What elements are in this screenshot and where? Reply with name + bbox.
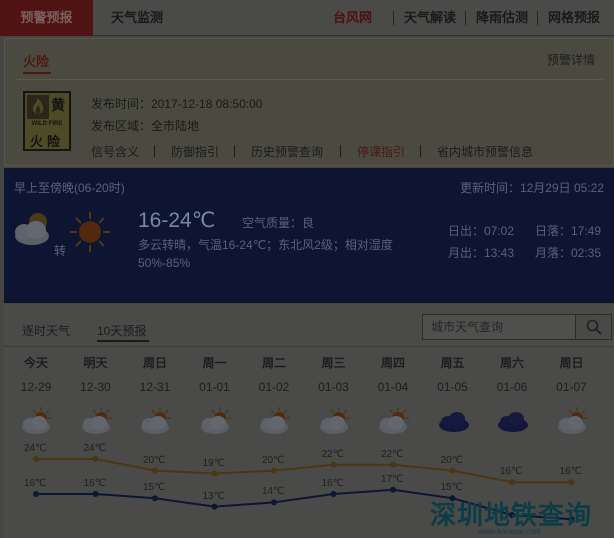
low-temp-label: 15℃ [440,482,463,494]
low-temp-label: 16℃ [83,478,106,489]
nav-divider [393,11,394,25]
tab-grid-forecast[interactable]: 网格预报 [548,0,600,36]
low-temp-label: 14℃ [262,486,285,498]
temperature-range: 16-24℃ [138,209,216,232]
high-temp-point [211,470,218,477]
top-nav: 预警预报 天气监测 台风网 天气解读 降雨估测 网格预报 [0,0,614,36]
warning-tab-underline [23,72,51,74]
high-temp-label: 22℃ [321,448,344,460]
sunrise-time: 日出：07:02 [448,224,515,238]
link-signal-meaning[interactable]: 信号含义 [91,143,139,160]
low-temp-point [271,499,277,506]
link-class-suspension[interactable]: 停课指引 [357,143,405,160]
low-temp-point [211,503,218,510]
tab-rainfall-estimate[interactable]: 降雨估测 [476,0,528,36]
link-divider [340,145,341,157]
fire-icon [27,95,49,119]
high-temp-label: 20℃ [262,454,285,466]
high-temp-point [33,456,39,462]
high-temp-point [330,461,337,468]
high-temp-point [568,479,575,486]
tab-weather-monitor[interactable]: 天气监测 [111,0,163,36]
warning-detail-link[interactable]: 预警详情 [547,51,595,68]
high-temp-point [390,461,396,468]
low-temp-label: 17℃ [381,473,404,485]
moonrise-time: 月出：13:43 [448,246,515,260]
low-temp-point [330,491,337,497]
low-temp-label: 15℃ [143,482,166,494]
fire-warning-badge: 黄 WILD FIRE 火险 [23,91,71,151]
low-temp-point [33,491,39,497]
transition-word: 转 [54,244,67,258]
tab-weather-interpret[interactable]: 天气解读 [404,0,456,36]
low-temp-point [152,495,158,502]
moonset-time: 月落：02:35 [535,246,602,260]
high-temp-point [271,467,277,474]
high-temp-label: 22℃ [381,448,404,460]
high-temp-point [509,479,515,486]
low-temp-point [390,486,396,493]
forecast-description: 多云转晴，气温16-24℃；东北风2级；相对湿度50%-85% [138,238,393,270]
high-temp-label: 16℃ [559,466,582,478]
high-temp-label: 24℃ [24,443,47,454]
nav-divider [465,11,466,25]
today-forecast-panel: 早上至傍晚(06-20时) 更新时间：12月29日 05:22 转 16-24℃… [4,168,614,303]
high-temp-label: 19℃ [202,457,225,469]
high-temp-point [449,467,456,474]
high-temp-label: 20℃ [143,454,166,466]
link-divider [420,145,421,157]
high-temp-label: 20℃ [440,454,463,466]
sunny-icon [70,212,110,252]
partly-cloudy-icon [15,213,49,245]
tab-warning-forecast[interactable]: 预警预报 [0,0,93,36]
forecast-period: 早上至傍晚(06-20时) [14,181,125,195]
high-temp-label: 24℃ [83,443,106,454]
high-temp-label: 16℃ [500,466,523,478]
low-temp-point [92,491,99,497]
warning-level: 黄 [51,97,65,113]
divider [15,79,603,80]
tab-typhoon[interactable]: 台风网 [333,0,372,36]
low-temp-label: 16℃ [321,478,344,489]
low-temp-label: 13℃ [202,490,225,502]
warning-panel: 火险 预警详情 黄 WILD FIRE 火险 发布时间：2017-12-18 0… [4,38,614,166]
watermark-url: www.kanxsw.com [478,527,541,536]
warning-tab-fire[interactable]: 火险 [23,51,49,70]
link-history-query[interactable]: 历史预警查询 [251,143,323,160]
sunset-time: 日落：17:49 [535,224,602,238]
air-quality: 空气质量：良 [242,216,315,230]
link-province-warnings[interactable]: 省内城市预警信息 [437,143,533,160]
nav-divider [537,11,538,25]
publish-area: 发布区域：全市陆地 [91,119,200,133]
update-time: 更新时间：12月29日 05:22 [459,181,604,195]
high-temp-line [36,458,572,484]
warning-badge-cn: 火险 [29,134,64,149]
link-divider [234,145,235,157]
link-defense-guide[interactable]: 防御指引 [171,143,219,160]
high-temp-point [152,467,158,474]
low-temp-label: 16℃ [24,478,47,489]
link-divider [154,145,155,157]
warning-badge-en: WILD FIRE [31,121,63,127]
publish-time: 发布时间：2017-12-18 08:50:00 [91,97,263,111]
high-temp-point [92,456,99,462]
